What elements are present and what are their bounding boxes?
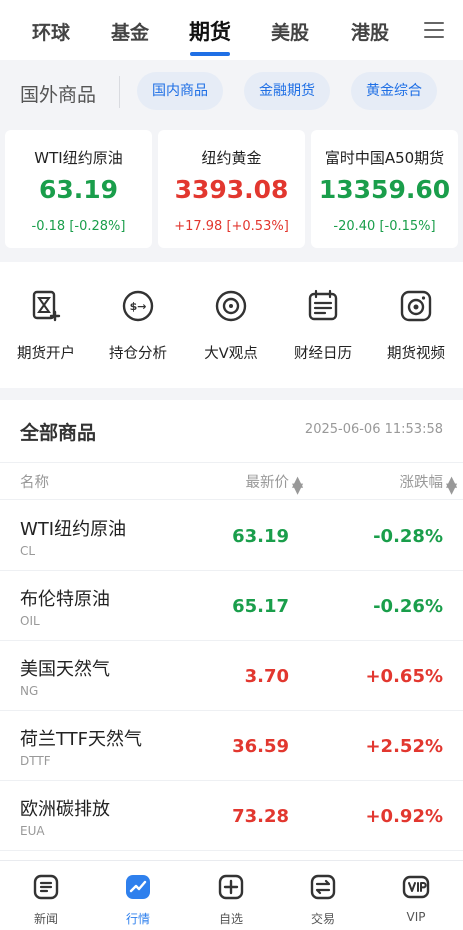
shortcut-bar: 期货开户 $→ 持仓分析 大V观点 财经日历 期货视频 bbox=[0, 262, 463, 388]
active-tab-indicator bbox=[190, 52, 230, 56]
sub-nav-title[interactable]: 国外商品 bbox=[20, 80, 96, 107]
news-icon bbox=[33, 874, 59, 900]
commodity-price: 63.19 bbox=[232, 526, 289, 547]
quote-name: 纽约黄金 bbox=[201, 149, 262, 167]
quote-change: -0.18 [-0.28%] bbox=[31, 219, 126, 234]
quote-card-a50[interactable]: 富时中国A50期货 13359.60 -20.40 [-0.15%] bbox=[311, 130, 458, 248]
commodity-code: OIL bbox=[20, 614, 40, 628]
chart-icon bbox=[126, 875, 150, 899]
commodity-list: 全部商品 2025-06-06 11:53:58 名称 最新价 ▲ ▼ 涨跌幅 ▲ ▼ … bbox=[0, 400, 463, 860]
menu-icon[interactable] bbox=[424, 22, 444, 38]
tab-futures[interactable]: 期货 bbox=[189, 16, 231, 46]
commodity-change: +2.52% bbox=[365, 736, 443, 757]
column-price-sort[interactable]: 最新价 ▲ ▼ bbox=[245, 471, 304, 497]
column-price-label: 最新价 bbox=[245, 475, 290, 491]
column-name: 名称 bbox=[20, 475, 49, 491]
commodity-code: NG bbox=[20, 684, 39, 698]
bottom-nav-label: 自选 bbox=[218, 912, 243, 926]
list-header: 全部商品 2025-06-06 11:53:58 bbox=[0, 400, 463, 462]
sort-icon: ▲ ▼ bbox=[446, 474, 458, 497]
table-row[interactable]: 欧洲碳排放 EUA 73.28 +0.92% bbox=[0, 781, 463, 851]
tab-us-stocks[interactable]: 美股 bbox=[271, 18, 309, 45]
table-row[interactable]: 美国天然气 NG 3.70 +0.65% bbox=[0, 641, 463, 711]
pill-domestic-commodities[interactable]: 国内商品 bbox=[137, 72, 223, 110]
shortcut-label: 持仓分析 bbox=[109, 346, 167, 362]
tab-funds[interactable]: 基金 bbox=[111, 18, 149, 45]
commodity-name: 美国天然气 bbox=[20, 659, 110, 680]
quote-card-wti[interactable]: WTI纽约原油 63.19 -0.18 [-0.28%] bbox=[5, 130, 152, 248]
commodity-price: 65.17 bbox=[232, 596, 289, 617]
commodity-name: 布伦特原油 bbox=[20, 589, 110, 610]
commodity-change: +0.92% bbox=[365, 806, 443, 827]
column-change-sort[interactable]: 涨跌幅 ▲ ▼ bbox=[399, 471, 458, 497]
shortcut-label: 期货开户 bbox=[17, 346, 75, 362]
svg-text:$→: $→ bbox=[130, 300, 147, 313]
shortcut-label: 大V观点 bbox=[204, 346, 258, 362]
quote-card-gold[interactable]: 纽约黄金 3393.08 +17.98 [+0.53%] bbox=[158, 130, 305, 248]
shortcut-financial-calendar[interactable]: 财经日历 bbox=[277, 288, 369, 363]
commodity-name: 荷兰TTF天然气 bbox=[20, 729, 143, 750]
vip-icon bbox=[402, 875, 430, 899]
camera-icon bbox=[400, 290, 432, 322]
table-row[interactable]: 布伦特原油 OIL 65.17 -0.26% bbox=[0, 571, 463, 641]
commodity-name: WTI纽约原油 bbox=[20, 519, 127, 540]
commodity-name: 欧洲碳排放 bbox=[20, 799, 110, 820]
sub-navigation: 国外商品 国内商品 金融期货 黄金综合 bbox=[0, 60, 463, 122]
pill-gold[interactable]: 黄金综合 bbox=[351, 72, 437, 110]
commodity-price: 36.59 bbox=[232, 736, 289, 757]
exchange-icon bbox=[310, 874, 336, 900]
commodity-code: EUA bbox=[20, 824, 45, 838]
bottom-navigation: 新闻 行情 自选 交易 VIP bbox=[0, 860, 463, 930]
exchange-circle-icon: $→ bbox=[122, 290, 154, 322]
add-square-icon bbox=[218, 874, 244, 900]
table-row[interactable]: 荷兰TTF天然气 DTTF 36.59 +2.52% bbox=[0, 711, 463, 781]
hourglass-plus-icon bbox=[32, 290, 61, 322]
bottom-nav-vip[interactable]: VIP bbox=[370, 873, 462, 924]
commodity-code: DTTF bbox=[20, 754, 51, 768]
bottom-nav-market[interactable]: 行情 bbox=[92, 873, 184, 927]
list-title: 全部商品 bbox=[20, 422, 97, 444]
divider bbox=[119, 76, 120, 108]
quote-change: +17.98 [+0.53%] bbox=[174, 219, 289, 234]
quote-name: WTI纽约原油 bbox=[34, 149, 123, 167]
list-timestamp: 2025-06-06 11:53:58 bbox=[304, 422, 443, 437]
commodity-price: 3.70 bbox=[244, 666, 289, 687]
bottom-nav-label: 新闻 bbox=[33, 912, 58, 926]
commodity-change: +0.65% bbox=[365, 666, 443, 687]
bottom-nav-label: 行情 bbox=[125, 912, 150, 926]
bottom-nav-label: VIP bbox=[406, 910, 426, 924]
tab-hk-stocks[interactable]: 港股 bbox=[351, 18, 389, 45]
bottom-nav-watchlist[interactable]: 自选 bbox=[185, 873, 277, 927]
quote-change: -20.40 [-0.15%] bbox=[333, 219, 436, 234]
shortcut-position-analysis[interactable]: $→ 持仓分析 bbox=[92, 288, 184, 363]
bottom-nav-news[interactable]: 新闻 bbox=[0, 873, 92, 927]
table-row[interactable]: WTI纽约原油 CL 63.19 -0.28% bbox=[0, 501, 463, 571]
calendar-icon bbox=[308, 289, 338, 321]
target-icon bbox=[215, 290, 247, 322]
shortcut-account-opening[interactable]: 期货开户 bbox=[0, 288, 92, 363]
commodity-change: -0.28% bbox=[373, 526, 443, 547]
pill-financial-futures[interactable]: 金融期货 bbox=[244, 72, 330, 110]
bottom-nav-trade[interactable]: 交易 bbox=[277, 873, 369, 927]
top-navigation: 环球 基金 期货 美股 港股 bbox=[0, 0, 463, 60]
quote-name: 富时中国A50期货 bbox=[324, 149, 445, 167]
column-change-label: 涨跌幅 bbox=[399, 475, 444, 491]
shortcut-label: 期货视频 bbox=[387, 346, 445, 362]
quote-cards: WTI纽约原油 63.19 -0.18 [-0.28%] 纽约黄金 3393.0… bbox=[0, 130, 463, 248]
sort-icon: ▲ ▼ bbox=[292, 474, 304, 497]
column-header: 名称 最新价 ▲ ▼ 涨跌幅 ▲ ▼ bbox=[0, 462, 463, 500]
tab-global[interactable]: 环球 bbox=[32, 18, 70, 45]
shortcut-influencer-views[interactable]: 大V观点 bbox=[185, 288, 277, 363]
commodity-price: 73.28 bbox=[232, 806, 289, 827]
quote-price: 63.19 bbox=[38, 175, 119, 204]
commodity-code: CL bbox=[20, 544, 36, 558]
shortcut-label: 财经日历 bbox=[294, 346, 352, 362]
bottom-nav-label: 交易 bbox=[310, 912, 335, 926]
quote-price: 13359.60 bbox=[318, 175, 451, 204]
quote-price: 3393.08 bbox=[174, 175, 289, 204]
shortcut-futures-video[interactable]: 期货视频 bbox=[370, 288, 462, 363]
commodity-change: -0.26% bbox=[373, 596, 443, 617]
